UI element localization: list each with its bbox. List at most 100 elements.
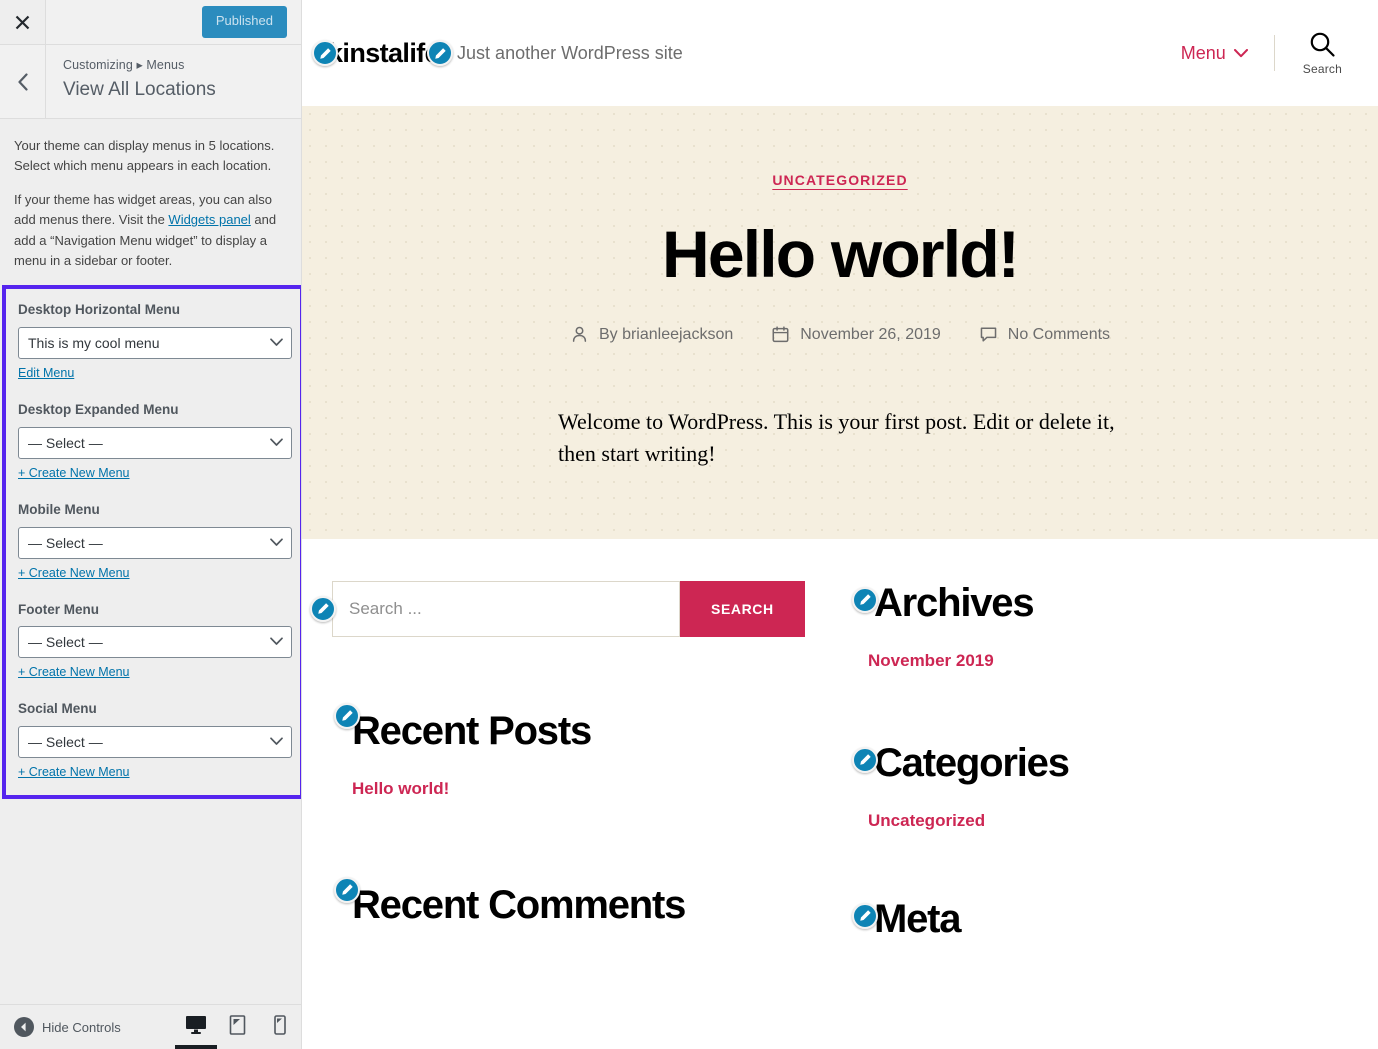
customizer-panel-body: Your theme can display menus in 5 locati… xyxy=(0,120,301,1004)
widget-column-left: SEARCH Recent Posts Hello world! xyxy=(310,580,852,941)
post-hero: UNCATEGORIZED Hello world! By brianleeja… xyxy=(302,106,1378,539)
comment-icon xyxy=(980,327,997,342)
site-branding: kinstalife Just another WordPress site xyxy=(312,39,683,67)
site-header-nav: Menu Search xyxy=(1181,31,1342,76)
menu-select-wrap-mobile: — Select — xyxy=(18,526,292,559)
edit-shortcut-site-title[interactable] xyxy=(312,40,338,66)
menus-description: Your theme can display menus in 5 locati… xyxy=(0,120,301,271)
menu-select-mobile[interactable]: — Select — xyxy=(18,526,292,559)
site-header: kinstalife Just another WordPress site M… xyxy=(302,0,1378,106)
widget-archives: Archives November 2019 xyxy=(852,581,1342,671)
create-new-menu-link-footer[interactable]: + Create New Menu xyxy=(18,665,130,679)
category-link[interactable]: Uncategorized xyxy=(868,811,985,831)
footer-widgets: SEARCH Recent Posts Hello world! xyxy=(302,539,1378,941)
edit-menu-link-desktop-horizontal[interactable]: Edit Menu xyxy=(18,366,74,380)
pencil-icon xyxy=(859,910,871,921)
hide-controls-button[interactable]: Hide Controls xyxy=(0,1017,121,1037)
site-title[interactable]: kinstalife xyxy=(328,39,440,67)
widget-recent-posts: Recent Posts Hello world! xyxy=(332,702,852,799)
edit-shortcut-categories-widget[interactable] xyxy=(852,746,878,773)
search-icon xyxy=(1310,32,1335,57)
pencil-icon xyxy=(341,884,353,895)
post-comments: No Comments xyxy=(979,325,1110,344)
widget-title-archives: Archives xyxy=(874,580,1035,625)
published-button[interactable]: Published xyxy=(201,6,287,38)
widget-categories: Categories Uncategorized xyxy=(852,741,1342,831)
menu-toggle-label: Menu xyxy=(1180,42,1226,63)
post-author-label: By brianleejackson xyxy=(598,325,734,343)
post-date-label: November 26, 2019 xyxy=(800,325,941,343)
menu-toggle-button[interactable]: Menu xyxy=(1181,43,1274,64)
collapse-arrow-icon xyxy=(14,1017,34,1037)
menu-location-label-desktop-horizontal: Desktop Horizontal Menu xyxy=(18,301,181,317)
person-icon xyxy=(572,327,587,343)
close-icon xyxy=(15,15,30,29)
chevron-down-icon xyxy=(1233,48,1248,57)
menu-select-desktop-horizontal[interactable]: This is my cool menu xyxy=(18,326,292,359)
post-comments-label: No Comments xyxy=(1007,325,1111,343)
pencil-icon xyxy=(319,47,331,59)
device-preview-mobile[interactable] xyxy=(259,1005,301,1049)
create-new-menu-link-mobile[interactable]: + Create New Menu xyxy=(18,566,130,580)
menu-location-label-desktop-expanded: Desktop Expanded Menu xyxy=(18,401,179,417)
device-preview-desktop[interactable] xyxy=(175,1005,217,1049)
widget-title-recent-comments: Recent Comments xyxy=(352,882,686,927)
edit-shortcut-search-widget[interactable] xyxy=(310,595,336,622)
post-date: November 26, 2019 xyxy=(771,325,941,344)
chevron-left-icon xyxy=(17,72,28,91)
description-paragraph-2: If your theme has widget areas, you can … xyxy=(14,190,287,271)
widget-title-categories: Categories xyxy=(874,740,1070,785)
menu-select-wrap-social: — Select — xyxy=(18,726,292,759)
widget-recent-comments: Recent Comments xyxy=(332,876,852,927)
recent-post-link[interactable]: Hello world! xyxy=(352,779,449,799)
pencil-icon xyxy=(317,603,329,614)
mobile-icon xyxy=(274,1015,286,1035)
edit-shortcut-archives-widget[interactable] xyxy=(852,586,878,613)
create-new-menu-link-desktop-expanded[interactable]: + Create New Menu xyxy=(18,466,130,480)
post-category-link[interactable]: UNCATEGORIZED xyxy=(772,172,907,188)
widgets-panel-link[interactable]: Widgets panel xyxy=(168,212,250,227)
device-preview-group xyxy=(175,1005,301,1049)
menu-location-label-social: Social Menu xyxy=(18,701,97,717)
customizer-app: Published Customizing ▸ Menus View All L… xyxy=(0,0,1378,1049)
customizer-footer: Hide Controls xyxy=(0,1004,301,1049)
archive-link[interactable]: November 2019 xyxy=(868,651,994,671)
menu-select-social[interactable]: — Select — xyxy=(18,726,292,759)
calendar-icon xyxy=(772,326,789,343)
menu-locations-group: Desktop Horizontal Menu This is my cool … xyxy=(2,284,301,800)
back-button[interactable] xyxy=(0,45,46,118)
post-title: Hello world! xyxy=(661,217,1020,291)
device-preview-tablet[interactable] xyxy=(217,1005,259,1049)
customizer-panel-header: Customizing ▸ Menus View All Locations xyxy=(0,45,301,119)
menu-select-footer[interactable]: — Select — xyxy=(18,626,292,659)
pencil-icon xyxy=(859,594,871,605)
search-form: SEARCH xyxy=(332,580,852,637)
menu-location-label-footer: Footer Menu xyxy=(18,601,99,617)
close-customizer-button[interactable] xyxy=(0,0,46,44)
edit-shortcut-tagline[interactable] xyxy=(427,40,454,66)
widget-meta: Meta xyxy=(852,897,1342,941)
customizer-topbar: Published xyxy=(0,0,301,45)
widget-column-right: Archives November 2019 Categories Uncate… xyxy=(852,581,1342,941)
search-input[interactable] xyxy=(332,580,680,637)
search-submit-button[interactable]: SEARCH xyxy=(680,580,805,637)
site-tagline: Just another WordPress site xyxy=(457,43,683,63)
search-toggle-button[interactable]: Search xyxy=(1275,31,1342,76)
panel-header-titles: Customizing ▸ Menus View All Locations xyxy=(46,45,301,118)
desktop-icon xyxy=(186,1016,206,1034)
pencil-icon xyxy=(859,754,871,765)
edit-shortcut-recent-comments-widget[interactable] xyxy=(334,876,360,903)
search-toggle-label: Search xyxy=(1302,61,1342,76)
site-preview-frame: kinstalife Just another WordPress site M… xyxy=(302,0,1378,1049)
post-author: By brianleejackson xyxy=(570,325,733,344)
edit-shortcut-meta-widget[interactable] xyxy=(852,902,878,929)
menu-select-desktop-expanded[interactable]: — Select — xyxy=(18,426,292,459)
pencil-icon xyxy=(434,47,446,59)
widget-title-recent-posts: Recent Posts xyxy=(352,708,592,753)
hide-controls-label: Hide Controls xyxy=(42,1019,121,1035)
create-new-menu-link-social[interactable]: + Create New Menu xyxy=(18,765,130,779)
widget-title-meta: Meta xyxy=(874,896,962,941)
description-paragraph-1: Your theme can display menus in 5 locati… xyxy=(14,138,275,174)
page-title: View All Locations xyxy=(63,78,216,100)
edit-shortcut-recent-posts-widget[interactable] xyxy=(334,702,360,729)
